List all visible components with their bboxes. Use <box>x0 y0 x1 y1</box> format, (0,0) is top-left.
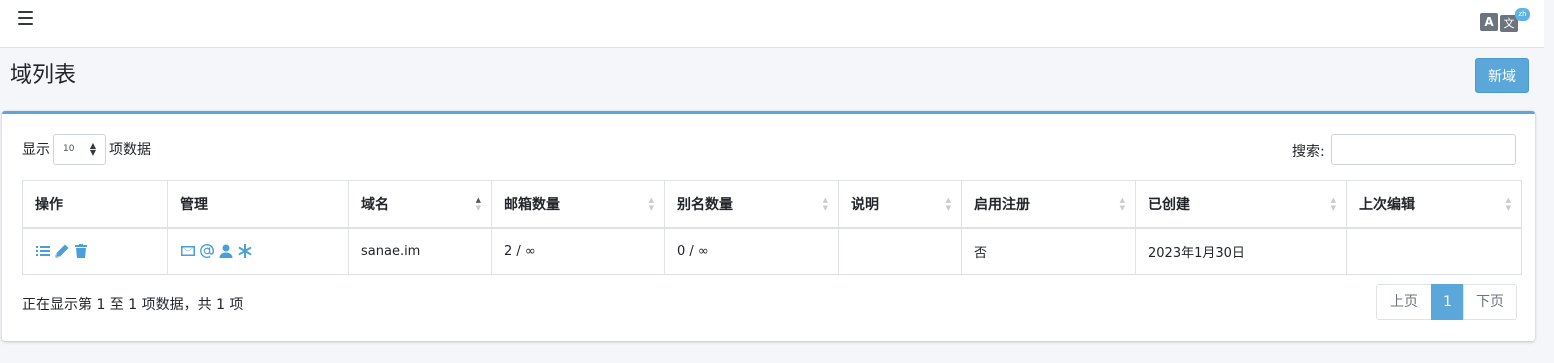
pagination: 上页 1 下页 <box>1376 284 1517 320</box>
column-header-actions: 操作 <box>22 180 168 229</box>
table-info: 正在显示第 1 至 1 项数据，共 1 项 <box>22 297 244 313</box>
table-row: sanae.im 2 / ∞ 0 / ∞ 否 2023年1月30日 <box>22 227 1522 275</box>
sort-icon: ▲ ▼ <box>1119 196 1125 212</box>
show-label: 显示 <box>22 142 50 158</box>
page-1-button[interactable]: 1 <box>1431 284 1464 320</box>
table-header-row: 操作 管理 域名 ▲ ▼ 邮箱数量 ▲ ▼ 别名数量 ▲ ▼ 说明 ▲ ▼ 启用注册 ▲ ▼ 已创建… <box>22 180 1522 229</box>
column-header-modified[interactable]: 上次编辑 ▲ ▼ <box>1346 180 1522 229</box>
mailboxes-cell: 2 / ∞ <box>491 227 665 275</box>
envelope-icon[interactable] <box>180 243 196 259</box>
description-cell <box>838 227 962 275</box>
column-header-created[interactable]: 已创建 ▲ ▼ <box>1135 180 1347 229</box>
registration-cell: 否 <box>961 227 1136 275</box>
trash-icon[interactable] <box>73 243 89 259</box>
column-header-domain[interactable]: 域名 ▲ ▼ <box>348 180 492 229</box>
asterisk-icon[interactable] <box>237 243 253 259</box>
page-length-select[interactable]: 10 ▲ ▼ <box>53 134 106 165</box>
column-header-aliases[interactable]: 别名数量 ▲ ▼ <box>664 180 839 229</box>
select-arrows-icon: ▲ ▼ <box>89 141 96 157</box>
modified-cell <box>1346 227 1522 275</box>
manage-cell <box>167 227 349 275</box>
language-icon-a: A <box>1480 13 1498 31</box>
column-header-manage: 管理 <box>167 180 349 229</box>
actions-cell <box>22 227 168 275</box>
top-navbar: A 文 zh <box>0 0 1544 48</box>
user-icon[interactable] <box>218 243 234 259</box>
sort-icon: ▲ ▼ <box>1505 196 1511 212</box>
sort-icon: ▲ ▼ <box>1330 196 1336 212</box>
search-input[interactable] <box>1331 134 1516 165</box>
pencil-icon[interactable] <box>54 243 70 259</box>
language-badge: zh <box>1515 8 1530 21</box>
column-header-description[interactable]: 说明 ▲ ▼ <box>838 180 962 229</box>
domain-list-card: 显示 10 ▲ ▼ 项数据 搜索: 操作 管理 域名 ▲ ▼ 邮箱数量 ▲ ▼ 别名数量 ▲… <box>2 111 1535 341</box>
next-page-button[interactable]: 下页 <box>1463 284 1517 320</box>
prev-page-button[interactable]: 上页 <box>1376 284 1432 320</box>
column-header-mailboxes[interactable]: 邮箱数量 ▲ ▼ <box>491 180 665 229</box>
sort-icon: ▲ ▼ <box>945 196 951 212</box>
column-header-registration[interactable]: 启用注册 ▲ ▼ <box>961 180 1136 229</box>
page-length-value: 10 <box>63 144 75 154</box>
sort-asc-icon: ▲ ▼ <box>475 196 481 212</box>
aliases-cell: 0 / ∞ <box>664 227 839 275</box>
created-cell: 2023年1月30日 <box>1135 227 1347 275</box>
at-icon[interactable] <box>199 243 215 259</box>
list-icon[interactable] <box>35 243 51 259</box>
domain-table: 操作 管理 域名 ▲ ▼ 邮箱数量 ▲ ▼ 别名数量 ▲ ▼ 说明 ▲ ▼ 启用注册 ▲ ▼ 已创建… <box>22 180 1522 275</box>
sort-icon: ▲ ▼ <box>822 196 828 212</box>
search-label: 搜索: <box>1292 144 1325 160</box>
language-switcher[interactable]: A 文 zh <box>1480 8 1530 33</box>
page-title: 域列表 <box>10 63 77 88</box>
menu-toggle-icon[interactable] <box>18 11 33 25</box>
new-domain-button[interactable]: 新域 <box>1475 58 1529 93</box>
domain-cell: sanae.im <box>348 227 492 275</box>
records-label: 项数据 <box>109 142 151 158</box>
sort-icon: ▲ ▼ <box>648 196 654 212</box>
